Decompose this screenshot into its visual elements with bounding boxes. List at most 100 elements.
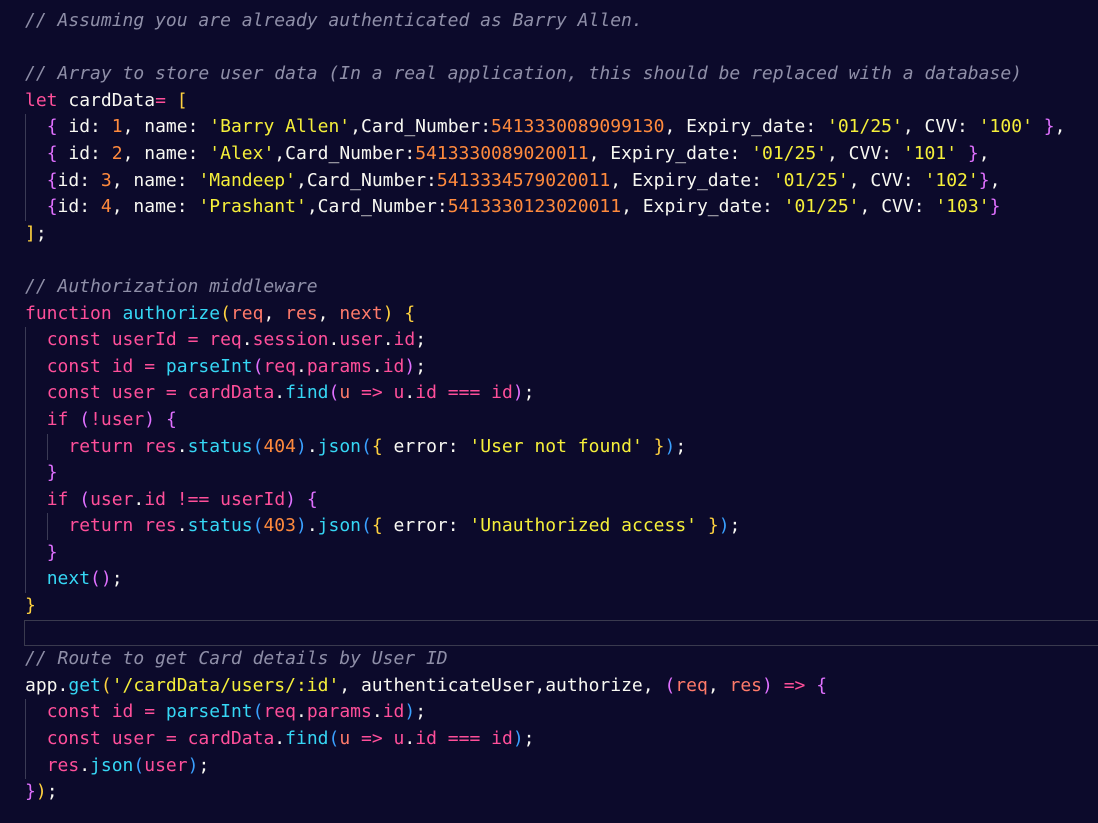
code-line[interactable]: // Assuming you are already authenticate… bbox=[0, 8, 1098, 35]
code-token-var: user bbox=[339, 329, 383, 351]
code-line[interactable]: { id: 2, name: 'Alex',Card_Number:541333… bbox=[0, 140, 1098, 168]
code-token-op: = bbox=[187, 329, 199, 351]
code-line[interactable]: res.json(user); bbox=[0, 752, 1098, 780]
code-token-bracket2: { bbox=[165, 408, 177, 430]
code-line[interactable]: // Array to store user data (In a real a… bbox=[0, 61, 1098, 88]
code-token-plain: id: bbox=[57, 169, 101, 191]
code-line[interactable]: return res.status(404).json({ error: 'Us… bbox=[0, 433, 1098, 461]
code-token-op: = bbox=[165, 728, 177, 750]
code-token-var: cardData bbox=[176, 728, 275, 750]
code-token-op: = bbox=[144, 355, 156, 377]
code-line[interactable]: } bbox=[0, 539, 1098, 567]
code-token-plain: , CVV: bbox=[902, 116, 979, 138]
code-token-keyword: return bbox=[68, 435, 134, 457]
code-token-string: 'User not found' bbox=[469, 435, 643, 457]
code-line[interactable]: let cardData= [ bbox=[0, 88, 1098, 115]
code-token-number: 2 bbox=[111, 142, 123, 164]
code-token-bracket3: ) bbox=[187, 754, 199, 776]
code-token-op: !== bbox=[176, 488, 210, 510]
code-token-param: res bbox=[729, 674, 763, 696]
code-token-op: = bbox=[144, 701, 156, 723]
code-token-bracket1: ( bbox=[220, 302, 231, 324]
code-token-bracket1: [ bbox=[176, 89, 188, 111]
indent-guide bbox=[25, 140, 26, 168]
code-line[interactable] bbox=[0, 247, 1098, 274]
code-token-plain: , Expiry_date: bbox=[610, 169, 773, 191]
code-line[interactable]: const userId = req.session.user.id; bbox=[0, 327, 1098, 354]
code-line[interactable]: } bbox=[0, 460, 1098, 487]
code-line[interactable]: next(); bbox=[0, 566, 1098, 594]
code-line[interactable]: if (!user) { bbox=[0, 406, 1098, 434]
code-line[interactable]: const id = parseInt(req.params.id); bbox=[0, 353, 1098, 381]
code-token-string: '01/25' bbox=[751, 142, 827, 164]
code-line[interactable]: function authorize(req, res, next) { bbox=[0, 301, 1098, 328]
code-token-bracket1: { bbox=[404, 302, 416, 324]
code-token-bracket2: } bbox=[25, 781, 36, 803]
code-token-number: 404 bbox=[263, 435, 296, 457]
code-line[interactable]: const user = cardData.find(u => u.id ===… bbox=[0, 726, 1098, 753]
code-token-func: json bbox=[317, 435, 362, 457]
code-token-plain: . bbox=[57, 674, 69, 696]
code-token-plain: error: bbox=[382, 515, 470, 537]
code-token-plain: ; bbox=[675, 435, 687, 457]
code-line[interactable]: ]; bbox=[0, 221, 1098, 248]
indent-guide bbox=[25, 114, 26, 141]
code-token-plain: ; bbox=[729, 515, 741, 537]
code-token-bracket2: } bbox=[967, 142, 979, 164]
indent-guide bbox=[25, 699, 26, 727]
code-token-param: next bbox=[339, 302, 383, 324]
indent-guide bbox=[25, 539, 26, 567]
code-line[interactable]: {id: 4, name: 'Prashant',Card_Number:541… bbox=[0, 194, 1098, 221]
code-token-func: parseInt bbox=[165, 355, 253, 377]
code-token-plain: , bbox=[317, 302, 340, 324]
code-line[interactable]: { id: 1, name: 'Barry Allen',Card_Number… bbox=[0, 114, 1098, 141]
code-token-var: id bbox=[480, 728, 513, 750]
code-token-string: '100' bbox=[978, 116, 1033, 138]
code-line[interactable]: // Authorization middleware bbox=[0, 274, 1098, 301]
code-line[interactable]: {id: 3, name: 'Mandeep',Card_Number:5413… bbox=[0, 167, 1098, 195]
code-token-bracket2: } bbox=[989, 196, 1001, 218]
code-token-func: status bbox=[187, 515, 253, 537]
code-token-keyword: const bbox=[46, 701, 101, 723]
code-token-number: 5413330089099130 bbox=[491, 116, 665, 138]
code-line[interactable]: return res.status(403).json({ error: 'Un… bbox=[0, 513, 1098, 540]
code-token-keyword: if bbox=[46, 408, 69, 430]
code-line[interactable]: app.get('/cardData/users/:id', authentic… bbox=[0, 673, 1098, 700]
code-token-plain: ,Card_Number: bbox=[295, 169, 437, 191]
code-token-bracket2: ) bbox=[285, 488, 297, 510]
code-token-bracket2: ) bbox=[100, 568, 112, 590]
code-line[interactable]: // Route to get Card details by User ID bbox=[0, 646, 1098, 673]
indent-guide bbox=[25, 380, 26, 407]
code-token-string: '/cardData/users/:id' bbox=[111, 674, 340, 696]
code-token-param: res bbox=[285, 302, 318, 324]
code-token-var: u bbox=[382, 382, 405, 404]
code-line[interactable]: if (user.id !== userId) { bbox=[0, 486, 1098, 514]
code-line[interactable] bbox=[0, 35, 1098, 62]
code-line[interactable]: } bbox=[0, 593, 1098, 620]
code-line[interactable]: const id = parseInt(req.params.id); bbox=[0, 699, 1098, 727]
code-token-bracket3: ( bbox=[361, 515, 372, 537]
code-token-plain: . bbox=[241, 329, 253, 351]
code-line[interactable]: }); bbox=[0, 779, 1098, 806]
code-token-var: res bbox=[46, 754, 80, 776]
code-token-var: id bbox=[415, 382, 437, 404]
code-token-var: id bbox=[100, 355, 145, 377]
code-token-plain: app bbox=[25, 674, 58, 696]
code-line[interactable] bbox=[24, 619, 1098, 647]
code-token-string: '101' bbox=[902, 142, 958, 164]
code-editor[interactable]: // Assuming you are already authenticate… bbox=[0, 8, 1098, 806]
code-token-var: user bbox=[90, 488, 134, 510]
code-token-plain: ; bbox=[415, 701, 427, 723]
code-token-func: find bbox=[285, 382, 329, 404]
code-line[interactable]: const user = cardData.find(u => u.id ===… bbox=[0, 380, 1098, 407]
code-token-func: status bbox=[187, 435, 253, 457]
code-token-plain: , Expiry_date: bbox=[621, 196, 784, 218]
code-token-plain: . bbox=[176, 515, 188, 537]
code-token-plain: , bbox=[989, 169, 1001, 191]
